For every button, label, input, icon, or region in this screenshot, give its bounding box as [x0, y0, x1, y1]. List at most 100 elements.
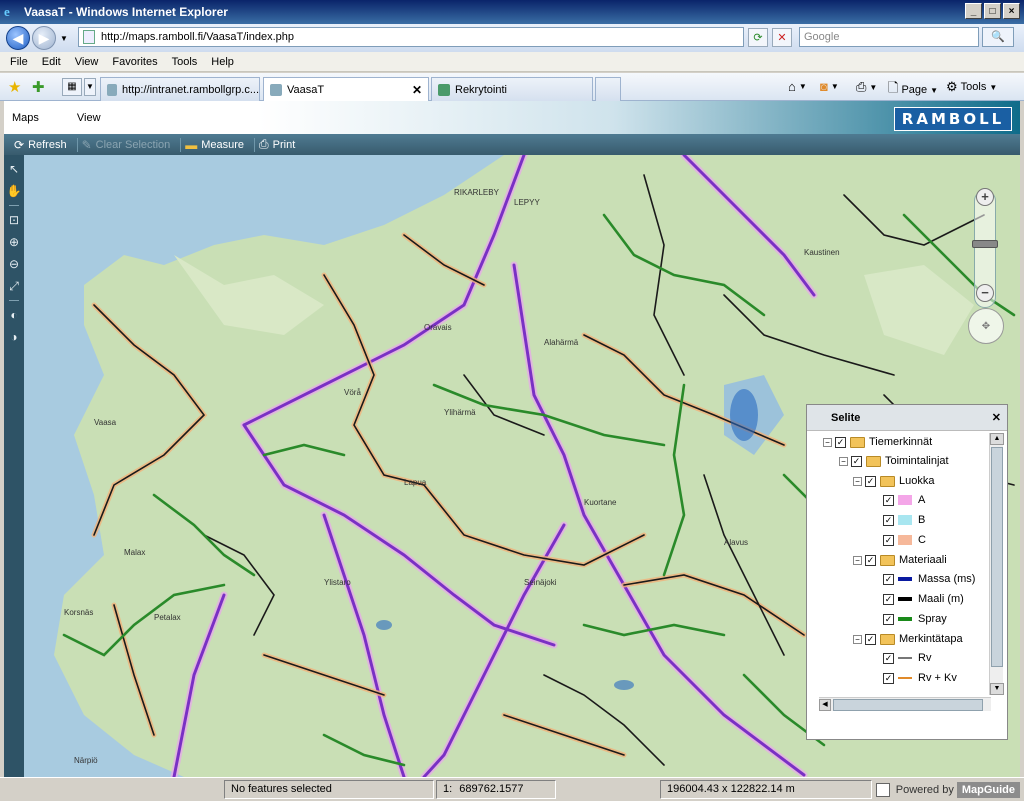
legend-item-b[interactable]: ✓ B	[883, 511, 925, 529]
checkbox[interactable]: ✓	[883, 534, 894, 546]
search-input[interactable]: Google	[799, 27, 979, 47]
checkbox[interactable]: ✓	[865, 475, 876, 487]
folder-icon	[880, 633, 895, 645]
app-menu-view[interactable]: View	[77, 112, 101, 124]
svg-text:RIKARLEBY: RIKARLEBY	[454, 188, 500, 197]
app-menu-maps[interactable]: Maps	[12, 112, 39, 124]
collapse-toggle-icon[interactable]: −	[853, 476, 862, 486]
new-tab[interactable]	[595, 77, 621, 101]
url-input[interactable]: http://maps.ramboll.fi/VaasaT/index.php	[78, 27, 744, 47]
mapguide-logo: MapGuide	[956, 781, 1020, 798]
select-arrow-icon[interactable]: ↖	[6, 161, 22, 177]
tab-favicon-icon	[270, 84, 282, 96]
legend-item-luokka[interactable]: − ✓ Luokka	[853, 472, 934, 490]
quick-tabs-icon[interactable]: ▦	[62, 78, 82, 96]
legend-item-c[interactable]: ✓ C	[883, 531, 926, 549]
checkbox[interactable]: ✓	[883, 514, 894, 526]
measure-button[interactable]: ▬ Measure	[181, 137, 256, 152]
checkbox[interactable]: ✓	[883, 593, 894, 605]
close-tab-icon[interactable]: ✕	[412, 83, 422, 97]
checkbox[interactable]: ✓	[883, 494, 894, 506]
legend-item-materiaali[interactable]: − ✓ Materiaali	[853, 551, 947, 569]
history-dropdown-icon[interactable]: ▼	[60, 34, 68, 43]
scroll-thumb[interactable]	[833, 699, 983, 711]
legend-item-a[interactable]: ✓ A	[883, 491, 925, 509]
zoom-control: + − ✥	[968, 180, 1004, 350]
legend-vertical-scrollbar[interactable]: ▲ ▼	[989, 433, 1004, 695]
tab-list-dropdown-icon[interactable]: ▼	[84, 78, 96, 96]
print-button[interactable]: ⎙ Print	[255, 137, 305, 152]
menu-file[interactable]: File	[10, 56, 28, 68]
back-button[interactable]: ◀	[6, 26, 30, 50]
zoom-rectangle-icon[interactable]: ⊡	[6, 212, 22, 228]
zoom-in-button[interactable]: +	[976, 188, 994, 206]
legend-title-bar: Selite ✕	[807, 405, 1007, 431]
feeds-icon: ◙	[820, 79, 828, 94]
svg-text:Lapua: Lapua	[404, 478, 427, 487]
collapse-toggle-icon[interactable]: −	[853, 634, 862, 644]
legend-swatch	[898, 535, 912, 545]
collapse-toggle-icon[interactable]: −	[839, 456, 848, 466]
selection-status: No features selected	[224, 780, 434, 799]
checkbox[interactable]: ✓	[865, 554, 876, 566]
zoom-in-icon[interactable]: ⊕	[6, 234, 22, 250]
checkbox[interactable]: ✓	[883, 672, 894, 684]
scale-display[interactable]: 1: 689762.1577	[436, 780, 556, 799]
stop-icon[interactable]: ✕	[772, 28, 792, 47]
legend-item-toimintalinjat[interactable]: − ✓ Toimintalinjat	[839, 452, 949, 470]
zoom-extents-icon[interactable]: ⤢	[6, 278, 22, 294]
checkbox[interactable]: ✓	[835, 436, 846, 448]
zoom-out-icon[interactable]: ⊖	[6, 256, 22, 272]
menu-tools[interactable]: Tools	[172, 56, 198, 68]
refresh-page-icon[interactable]: ⟳	[748, 28, 768, 47]
menu-favorites[interactable]: Favorites	[112, 56, 157, 68]
feeds-button[interactable]: ◙ ▼	[820, 79, 839, 94]
minimize-button[interactable]: _	[965, 3, 982, 19]
checkbox[interactable]: ✓	[883, 613, 894, 625]
legend-swatch	[898, 515, 912, 525]
tools-menu-button[interactable]: ⚙ Tools ▼	[946, 79, 997, 95]
refresh-button[interactable]: ⟳ Refresh	[10, 137, 78, 152]
scroll-thumb[interactable]	[991, 447, 1003, 667]
home-button[interactable]: ⌂ ▼	[788, 79, 807, 94]
legend-item-spray[interactable]: ✓ Spray	[883, 610, 947, 628]
print-browser-button[interactable]: ⎙ ▼	[856, 79, 877, 95]
search-icon[interactable]: 🔍	[982, 27, 1014, 47]
checkbox[interactable]: ✓	[865, 633, 876, 645]
next-view-icon[interactable]: ◑	[6, 329, 22, 345]
pan-control-icon[interactable]: ✥	[968, 308, 1004, 344]
legend-item-maali[interactable]: ✓ Maali (m)	[883, 590, 964, 608]
zoom-out-button[interactable]: −	[976, 284, 994, 302]
legend-item-tiemerkinnat[interactable]: − ✓ Tiemerkinnät	[823, 433, 932, 451]
close-window-button[interactable]: ×	[1003, 3, 1020, 19]
collapse-toggle-icon[interactable]: −	[853, 555, 862, 565]
tab-intranet[interactable]: http://intranet.rambollgrp.c...	[100, 77, 260, 101]
page-menu-button[interactable]: 🗋 Page ▼	[888, 79, 938, 101]
clear-selection-button[interactable]: ✎ Clear Selection	[78, 137, 182, 152]
legend-item-merkintatapa[interactable]: − ✓ Merkintätapa	[853, 630, 963, 648]
legend-item-rv-kv[interactable]: ✓ Rv + Kv	[883, 669, 957, 687]
add-favorite-icon[interactable]: ✚	[32, 78, 45, 96]
scroll-up-icon[interactable]: ▲	[990, 433, 1004, 445]
menu-help[interactable]: Help	[211, 56, 234, 68]
checkbox[interactable]: ✓	[883, 573, 894, 585]
previous-view-icon[interactable]: ◐	[6, 307, 22, 323]
forward-button[interactable]: ▶	[32, 26, 56, 50]
menu-view[interactable]: View	[75, 56, 99, 68]
close-legend-icon[interactable]: ✕	[992, 405, 1001, 431]
maximize-button[interactable]: □	[984, 3, 1001, 19]
menu-edit[interactable]: Edit	[42, 56, 61, 68]
zoom-slider-handle[interactable]	[972, 240, 998, 248]
scroll-down-icon[interactable]: ▼	[990, 683, 1004, 695]
legend-item-rv[interactable]: ✓ Rv	[883, 649, 931, 667]
checkbox[interactable]: ✓	[883, 652, 894, 664]
scroll-left-icon[interactable]: ◀	[819, 699, 831, 711]
tab-vaasat[interactable]: VaasaT ✕	[263, 77, 429, 102]
collapse-toggle-icon[interactable]: −	[823, 437, 832, 447]
checkbox[interactable]: ✓	[851, 455, 862, 467]
legend-item-massa[interactable]: ✓ Massa (ms)	[883, 570, 975, 588]
favorites-star-icon[interactable]: ★	[8, 78, 21, 96]
legend-horizontal-scrollbar[interactable]: ◀	[819, 697, 991, 711]
pan-hand-icon[interactable]: ✋	[6, 183, 22, 199]
tab-rekrytointi[interactable]: Rekrytointi	[431, 77, 593, 101]
